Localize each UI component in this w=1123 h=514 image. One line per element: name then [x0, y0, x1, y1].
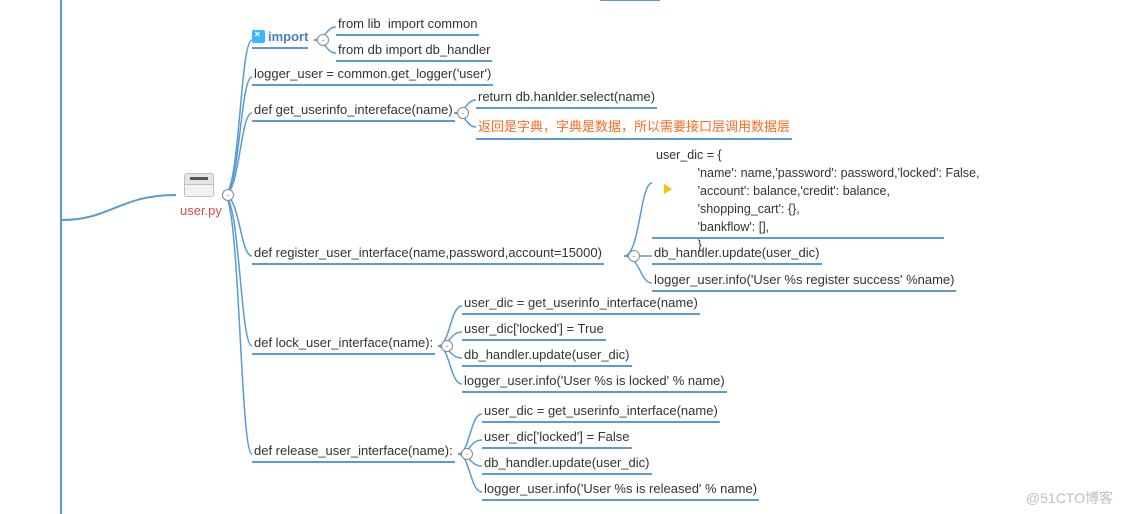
get-userinfo-def[interactable]: def get_userinfo_intereface(name): [252, 100, 455, 122]
root-label[interactable]: user.py: [180, 203, 222, 218]
register-update[interactable]: db_handler.update(user_dic): [652, 243, 822, 265]
register-def[interactable]: def register_user_interface(name,passwor…: [252, 243, 604, 265]
register-dict[interactable]: user_dic = { 'name': name,'password': pa…: [656, 146, 979, 254]
release-line-3[interactable]: logger_user.info('User %s is released' %…: [482, 479, 759, 501]
collapse-handle[interactable]: -: [222, 189, 234, 201]
collapse-handle[interactable]: -: [317, 34, 329, 46]
file-icon: [184, 173, 214, 197]
logger-line[interactable]: logger_user = common.get_logger('user'): [252, 64, 493, 86]
import-text: import: [268, 29, 308, 44]
import-node[interactable]: import: [252, 29, 308, 49]
register-log[interactable]: logger_user.info('User %s register succe…: [652, 270, 956, 292]
release-line-2[interactable]: db_handler.update(user_dic): [482, 453, 652, 475]
mindmap-canvas: { "root": { "label": "user.py" }, "impor…: [0, 0, 1123, 514]
trunk-line: [60, 0, 62, 514]
lock-line-0[interactable]: user_dic = get_userinfo_interface(name): [462, 293, 700, 315]
collapse-handle[interactable]: -: [457, 107, 469, 119]
collapse-handle[interactable]: -: [628, 250, 640, 262]
lock-line-1[interactable]: user_dic['locked'] = True: [462, 319, 606, 341]
release-line-0[interactable]: user_dic = get_userinfo_interface(name): [482, 401, 720, 423]
release-def[interactable]: def release_user_interface(name):: [252, 441, 455, 463]
release-line-1[interactable]: user_dic['locked'] = False: [482, 427, 632, 449]
play-marker-icon: [664, 184, 672, 194]
collapse-handle[interactable]: -: [461, 448, 473, 460]
lock-line-2[interactable]: db_handler.update(user_dic): [462, 345, 632, 367]
get-userinfo-note[interactable]: 返回是字典，字典是数据，所以需要接口层调用数据层: [476, 114, 792, 140]
import-line-1[interactable]: from db import db_handler: [336, 40, 492, 62]
collapse-handle[interactable]: -: [441, 340, 453, 352]
get-userinfo-return[interactable]: return db.hanlder.select(name): [476, 87, 657, 109]
watermark: @51CTO博客: [1026, 488, 1113, 508]
import-line-0[interactable]: from lib import common: [336, 14, 479, 36]
import-icon: [252, 30, 265, 43]
lock-line-3[interactable]: logger_user.info('User %s is locked' % n…: [462, 371, 727, 393]
lock-def[interactable]: def lock_user_interface(name):: [252, 333, 435, 355]
